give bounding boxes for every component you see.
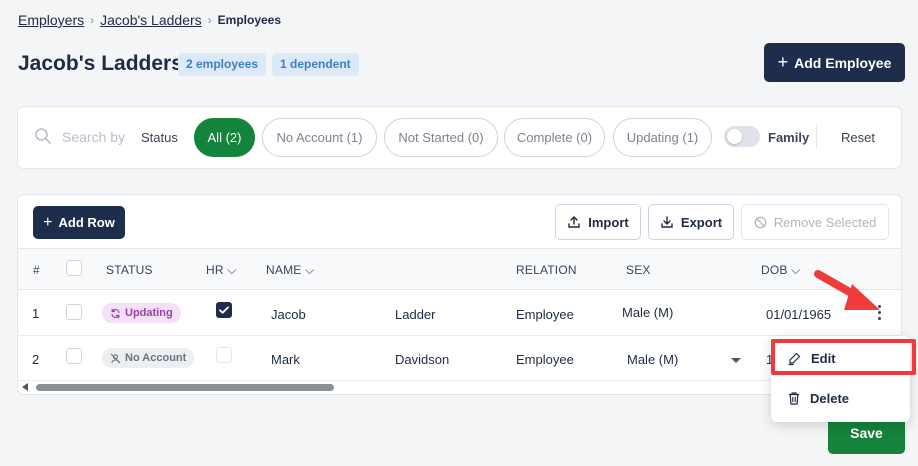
import-label: Import	[588, 214, 629, 230]
refresh-icon	[111, 308, 120, 318]
filter-bar: Search by Status All (2) No Account (1) …	[17, 106, 902, 169]
col-header-sex: SEX	[626, 263, 651, 277]
add-row-label: Add Row	[58, 215, 115, 230]
last-name-cell[interactable]: Ladder	[395, 307, 435, 322]
search-input[interactable]: Search by	[62, 129, 125, 145]
row-number: 2	[32, 352, 40, 367]
sex-cell[interactable]: Male (M)	[622, 305, 673, 320]
first-name-cell[interactable]: Mark	[271, 352, 300, 367]
family-toggle[interactable]	[724, 126, 760, 147]
trash-icon	[789, 391, 799, 405]
toggle-knob	[727, 129, 742, 144]
relation-cell[interactable]: Employee	[516, 307, 574, 322]
status-badge: No Account	[102, 348, 195, 368]
row-number: 1	[32, 306, 40, 321]
export-label: Export	[680, 214, 723, 230]
col-header-dob[interactable]: DOB ⌵	[761, 263, 800, 278]
breadcrumb-separator: ›	[90, 13, 95, 27]
filter-pill-all[interactable]: All (2)	[194, 118, 255, 157]
block-icon	[754, 216, 767, 228]
import-button[interactable]: Import	[555, 204, 641, 240]
table-header: # STATUS HR ⌵ NAME ⌵ RELATION SEX DOB ⌵	[18, 248, 901, 290]
col-header-name[interactable]: NAME ⌵	[266, 263, 314, 278]
first-name-cell[interactable]: Jacob	[271, 307, 306, 322]
hr-checkbox[interactable]	[216, 347, 232, 363]
filter-pill-not-started[interactable]: Not Started (0)	[384, 118, 498, 157]
menu-item-delete[interactable]: Delete	[771, 379, 910, 417]
breadcrumb: Employers › Jacob's Ladders › Employees	[18, 12, 281, 28]
row-select-checkbox[interactable]	[66, 348, 82, 364]
col-header-dob-label: DOB	[761, 263, 788, 277]
plus-icon: +	[43, 213, 53, 231]
annotation-arrow-icon	[814, 270, 880, 310]
employee-count-badge: 2 employees	[178, 53, 267, 76]
relation-cell[interactable]: Employee	[516, 352, 574, 367]
col-header-hr[interactable]: HR ⌵	[206, 263, 237, 278]
select-all-checkbox[interactable]	[66, 260, 82, 276]
dropdown-caret-icon[interactable]	[731, 358, 741, 363]
chevron-down-icon: ⌵	[791, 263, 801, 277]
plus-icon: +	[777, 52, 789, 72]
family-label: Family	[768, 130, 810, 145]
annotation-highlight-box	[771, 339, 916, 375]
table-row[interactable]: 2 No Account Mark Davidson Employee Male…	[18, 336, 901, 381]
status-filter-label: Status	[141, 130, 178, 145]
scrollbar-thumb[interactable]	[36, 384, 334, 391]
hr-checkbox[interactable]	[216, 302, 232, 318]
chevron-down-icon: ⌵	[305, 263, 315, 277]
col-header-name-label: NAME	[266, 263, 302, 277]
user-off-icon	[110, 353, 121, 363]
table-row[interactable]: 1 Updating Jacob Ladder Employee Male (M…	[18, 291, 901, 336]
breadcrumb-current: Employees	[217, 13, 282, 27]
filter-pill-updating[interactable]: Updating (1)	[613, 118, 712, 157]
last-name-cell[interactable]: Davidson	[395, 352, 449, 367]
status-text: Updating	[125, 307, 173, 319]
export-button[interactable]: Export	[648, 204, 734, 240]
col-header-number: #	[33, 263, 40, 277]
search-icon	[35, 128, 51, 144]
remove-selected-label: Remove Selected	[773, 214, 877, 230]
reset-button[interactable]: Reset	[841, 130, 875, 145]
add-employee-button[interactable]: + Add Employee	[764, 43, 905, 82]
scroll-left-arrow-icon[interactable]	[22, 383, 28, 391]
breadcrumb-employer-link[interactable]: Jacob's Ladders	[100, 12, 202, 28]
page-title: Jacob's Ladders	[18, 52, 183, 75]
employees-table-card: + Add Row Import Export Remove Selected …	[17, 194, 902, 395]
filter-pill-complete[interactable]: Complete (0)	[504, 118, 605, 157]
status-text: No Account	[125, 352, 187, 364]
sex-select[interactable]: Male (M)	[627, 352, 678, 367]
dependent-count-badge: 1 dependent	[272, 53, 359, 76]
breadcrumb-employers-link[interactable]: Employers	[18, 12, 84, 28]
add-employee-label: Add Employee	[794, 54, 892, 71]
row-select-checkbox[interactable]	[66, 304, 82, 320]
col-header-hr-label: HR	[206, 263, 224, 277]
upload-icon	[568, 216, 580, 228]
check-icon	[219, 306, 229, 314]
remove-selected-button[interactable]: Remove Selected	[741, 204, 889, 240]
filter-pill-no-account[interactable]: No Account (1)	[262, 118, 377, 157]
divider	[816, 125, 817, 149]
download-icon	[661, 216, 673, 228]
delete-label: Delete	[810, 390, 850, 406]
col-header-relation: RELATION	[516, 263, 577, 277]
col-header-status: STATUS	[106, 263, 153, 277]
chevron-down-icon: ⌵	[227, 263, 237, 277]
breadcrumb-separator: ›	[207, 13, 212, 27]
status-badge: Updating	[102, 303, 181, 323]
horizontal-scrollbar[interactable]	[18, 381, 901, 393]
add-row-button[interactable]: + Add Row	[33, 206, 125, 239]
